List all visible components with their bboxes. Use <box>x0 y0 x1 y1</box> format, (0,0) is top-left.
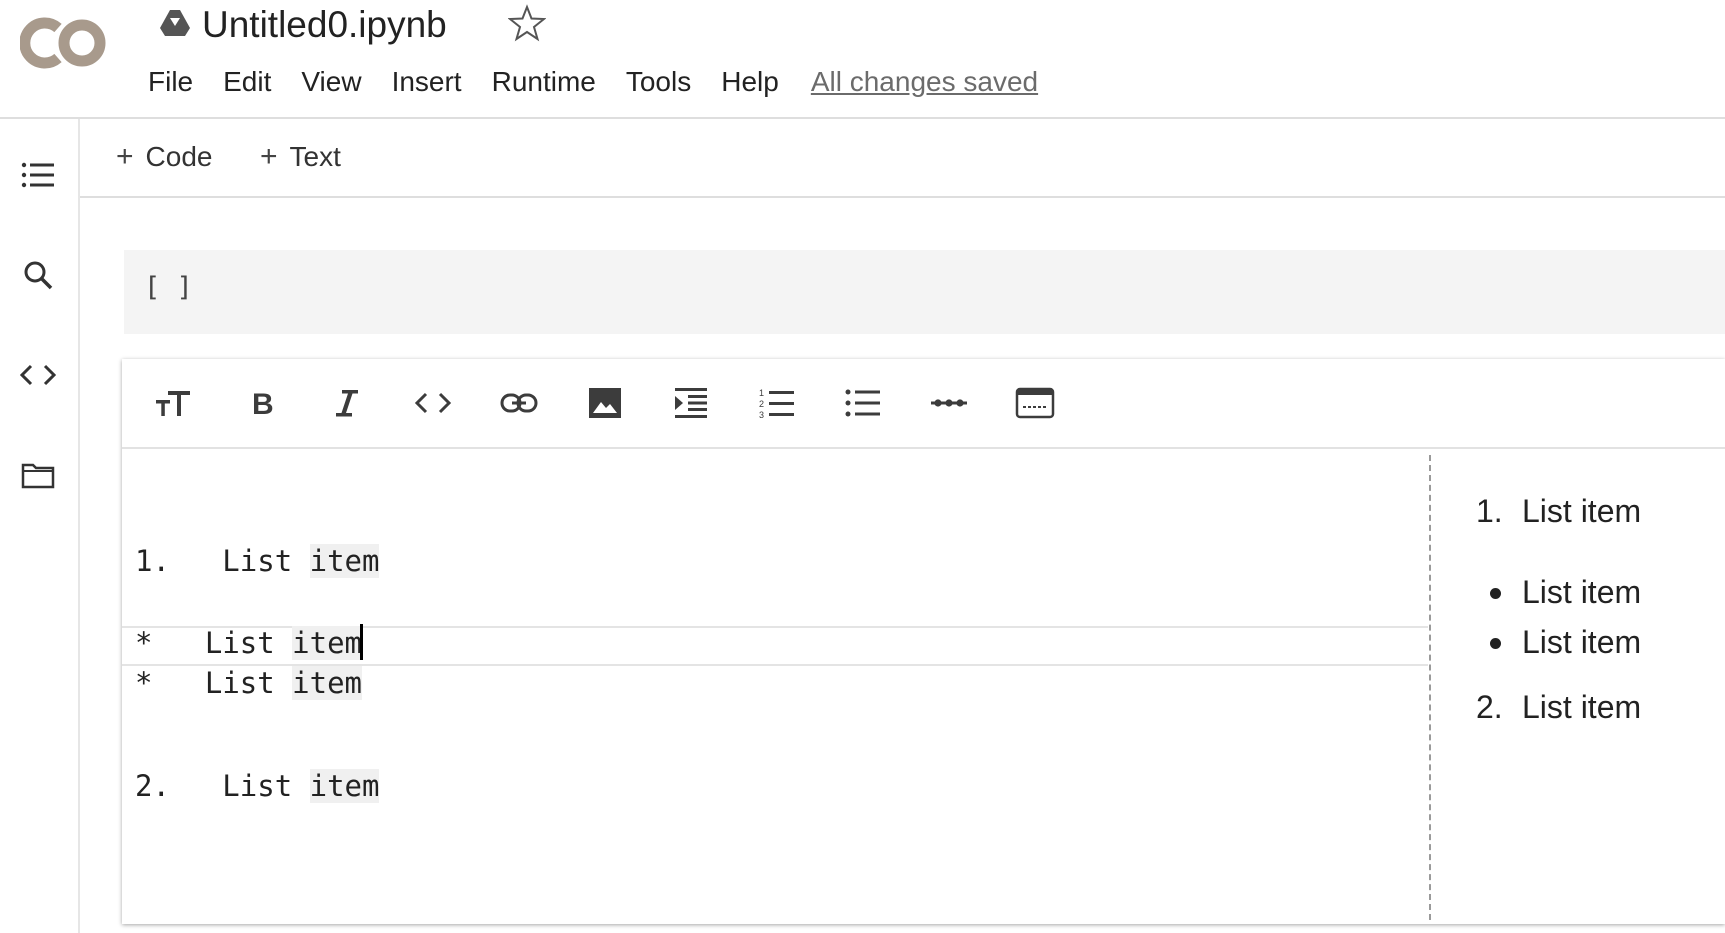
markdown-preview: 1. List item List item List item 2. List… <box>1432 449 1725 924</box>
line-word: item <box>309 544 380 578</box>
menu-file[interactable]: File <box>148 66 193 98</box>
line-word: item <box>292 666 362 700</box>
left-sidebar <box>0 119 80 933</box>
markdown-editor[interactable]: 1. List item * List item * List item 2. … <box>122 449 1429 924</box>
line-text: List <box>169 666 293 700</box>
preview-text: List item <box>1522 689 1642 725</box>
heading-icon[interactable] <box>152 381 196 425</box>
menu-runtime[interactable]: Runtime <box>492 66 596 98</box>
menu-edit[interactable]: Edit <box>223 66 271 98</box>
line-word: item <box>309 769 380 803</box>
text-cursor <box>360 624 363 660</box>
plus-icon: + <box>260 140 278 173</box>
list-marker: 1. <box>135 544 170 578</box>
list-marker: 2. <box>135 769 170 803</box>
editor-line[interactable]: * List item <box>135 666 362 700</box>
preview-text: List item <box>1522 493 1642 529</box>
code-snippets-icon[interactable] <box>18 355 58 395</box>
preview-text: List item <box>1522 624 1642 660</box>
code-icon[interactable] <box>411 381 455 425</box>
add-text-button[interactable]: + Text <box>260 137 341 177</box>
editor-line[interactable]: 2. List item <box>135 769 380 803</box>
menu-view[interactable]: View <box>301 66 361 98</box>
star-icon[interactable] <box>507 4 547 42</box>
svg-text:3: 3 <box>759 410 764 419</box>
notebook-title[interactable]: Untitled0.ipynb <box>202 2 447 48</box>
files-folder-icon[interactable] <box>18 455 58 495</box>
drive-icon <box>158 8 192 38</box>
bullet-icon <box>1490 588 1501 599</box>
italic-icon[interactable] <box>325 381 369 425</box>
table-of-contents-icon[interactable] <box>18 155 58 195</box>
bullet-icon <box>1490 638 1501 649</box>
line-text: List <box>187 769 310 803</box>
svg-text:1: 1 <box>759 388 764 398</box>
menu-help[interactable]: Help <box>721 66 779 98</box>
colab-logo[interactable] <box>19 14 110 72</box>
bulleted-list-icon[interactable] <box>841 381 885 425</box>
link-icon[interactable] <box>497 381 541 425</box>
line-text: List <box>169 626 293 660</box>
menu-bar: File Edit View Insert Runtime Tools Help… <box>148 62 1038 102</box>
preview-text: List item <box>1522 574 1642 610</box>
list-number: 1. <box>1476 493 1503 529</box>
add-code-button[interactable]: + Code <box>116 137 212 177</box>
save-status-link[interactable]: All changes saved <box>811 66 1038 98</box>
editor-line[interactable]: * List item <box>135 624 363 660</box>
list-number: 2. <box>1476 689 1503 725</box>
bold-icon[interactable]: B <box>240 381 284 425</box>
svg-text:2: 2 <box>759 399 764 409</box>
numbered-list-icon[interactable]: 1 2 3 <box>755 381 799 425</box>
text-cell[interactable]: B 1 2 3 1. List item * List item * List … <box>122 359 1725 924</box>
preview-item: List item <box>1476 574 1716 614</box>
add-code-label: Code <box>145 141 213 172</box>
menu-insert[interactable]: Insert <box>392 66 462 98</box>
indent-icon[interactable] <box>669 381 713 425</box>
markdown-format-toolbar: B 1 2 3 <box>122 359 1725 449</box>
editor-line[interactable]: 1. List item <box>135 544 380 578</box>
line-word: item <box>292 626 362 660</box>
editor-preview-divider <box>1429 455 1431 920</box>
run-cell-indicator[interactable]: [ ] <box>144 272 193 303</box>
svg-text:B: B <box>252 388 274 418</box>
cell-toolbar: + Code + Text <box>80 119 1725 198</box>
list-marker: * <box>135 666 153 700</box>
code-cell[interactable]: [ ] <box>124 250 1725 334</box>
preview-item: List item <box>1476 624 1716 664</box>
line-text: List <box>187 544 310 578</box>
list-marker: * <box>135 626 153 660</box>
menu-tools[interactable]: Tools <box>626 66 691 98</box>
add-text-label: Text <box>289 141 341 172</box>
image-icon[interactable] <box>583 381 627 425</box>
emoji-icon[interactable] <box>1013 381 1057 425</box>
preview-item: 2. List item <box>1476 689 1716 729</box>
preview-item: 1. List item <box>1476 493 1716 533</box>
horizontal-rule-icon[interactable] <box>927 381 971 425</box>
plus-icon: + <box>116 140 134 173</box>
search-icon[interactable] <box>18 255 58 295</box>
